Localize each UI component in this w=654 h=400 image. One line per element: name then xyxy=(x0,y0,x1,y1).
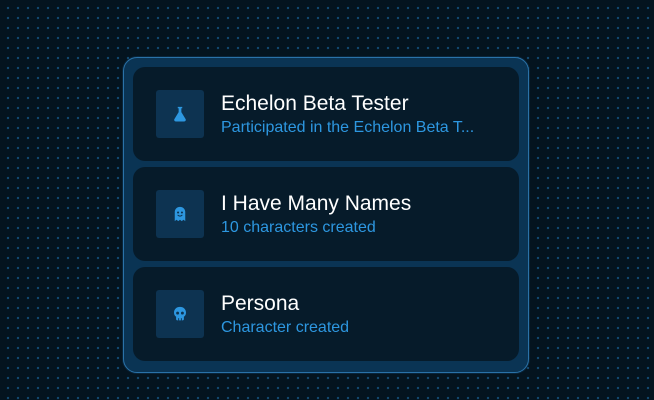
ghost-icon xyxy=(174,206,186,222)
achievement-title: Persona xyxy=(221,291,300,315)
flask-icon xyxy=(174,106,186,122)
achievement-description: Participated in the Echelon Beta T... xyxy=(221,118,475,136)
achievement-title: Echelon Beta Tester xyxy=(221,91,409,115)
achievement-card-persona[interactable]: Persona Character created xyxy=(133,267,519,361)
skull-icon xyxy=(174,306,186,321)
page: { "achievements": [ { "icon": "flask-ico… xyxy=(0,0,654,400)
achievement-description: Character created xyxy=(221,318,350,336)
achievement-icon-box xyxy=(156,290,204,338)
achievement-card-beta-tester[interactable]: Echelon Beta Tester Participated in the … xyxy=(133,67,519,161)
achievement-icon-box xyxy=(156,190,204,238)
achievements-panel: Echelon Beta Tester Participated in the … xyxy=(123,57,529,373)
achievement-icon-box xyxy=(156,90,204,138)
achievement-title: I Have Many Names xyxy=(221,191,412,215)
achievement-card-many-names[interactable]: I Have Many Names 10 characters created xyxy=(133,167,519,261)
achievement-description: 10 characters created xyxy=(221,218,376,236)
